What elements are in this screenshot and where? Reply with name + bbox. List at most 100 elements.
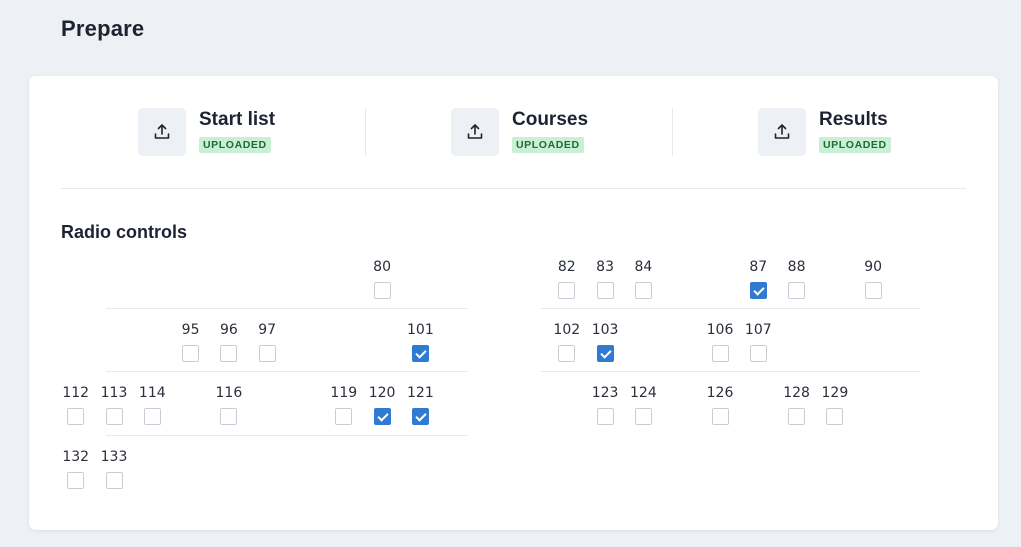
control-code-label: 96 bbox=[219, 322, 238, 338]
upload-label: Start list bbox=[199, 109, 276, 130]
radio-control-88: 88 bbox=[777, 258, 817, 299]
control-checkbox[interactable] bbox=[182, 345, 200, 362]
control-code-label: 88 bbox=[787, 259, 806, 275]
control-code-label: 95 bbox=[181, 322, 200, 338]
control-code-label: 129 bbox=[821, 385, 849, 401]
radio-control-120: 120 bbox=[362, 384, 402, 425]
radio-control-121: 121 bbox=[400, 384, 440, 425]
row-divider bbox=[541, 371, 920, 372]
row-divider bbox=[106, 371, 468, 372]
control-checkbox[interactable] bbox=[373, 408, 391, 425]
control-checkbox[interactable] bbox=[335, 408, 353, 425]
control-code-label: 113 bbox=[100, 385, 128, 401]
radio-control-114: 114 bbox=[132, 384, 172, 425]
upload-results-button[interactable] bbox=[758, 108, 806, 156]
control-code-label: 132 bbox=[62, 449, 90, 465]
control-checkbox[interactable] bbox=[67, 472, 85, 489]
control-code-label: 80 bbox=[373, 259, 391, 275]
control-code-label: 82 bbox=[557, 259, 576, 275]
control-code-label: 101 bbox=[407, 322, 434, 338]
control-code-label: 87 bbox=[749, 259, 768, 275]
control-checkbox[interactable] bbox=[749, 345, 767, 362]
upload-label: Results bbox=[819, 109, 888, 130]
control-checkbox[interactable] bbox=[411, 408, 429, 425]
upload-label: Courses bbox=[512, 109, 589, 130]
radio-control-83: 83 bbox=[585, 258, 625, 299]
row-divider bbox=[106, 308, 468, 309]
divider bbox=[365, 108, 366, 156]
radio-control-112: 112 bbox=[56, 384, 96, 425]
radio-control-102: 102 bbox=[547, 321, 587, 362]
control-code-label: 107 bbox=[744, 322, 772, 338]
radio-control-87: 87 bbox=[738, 258, 778, 299]
status-badge: UPLOADED bbox=[199, 137, 271, 153]
radio-control-126: 126 bbox=[700, 384, 740, 425]
page-title: Prepare bbox=[61, 16, 145, 41]
control-code-label: 133 bbox=[100, 449, 128, 465]
control-checkbox[interactable] bbox=[634, 282, 652, 299]
upload-courses: Courses UPLOADED bbox=[451, 108, 588, 156]
status-badge: UPLOADED bbox=[512, 137, 584, 153]
radio-control-128: 128 bbox=[777, 384, 817, 425]
radio-control-95: 95 bbox=[171, 321, 211, 362]
control-checkbox[interactable] bbox=[220, 408, 238, 425]
control-code-label: 123 bbox=[591, 385, 619, 401]
radio-control-132: 132 bbox=[56, 448, 96, 489]
control-checkbox[interactable] bbox=[558, 282, 576, 299]
control-checkbox[interactable] bbox=[788, 408, 806, 425]
control-code-label: 84 bbox=[634, 259, 653, 275]
radio-control-97: 97 bbox=[247, 321, 287, 362]
control-code-label: 126 bbox=[706, 385, 734, 401]
control-code-label: 103 bbox=[591, 322, 619, 338]
control-checkbox[interactable] bbox=[826, 408, 844, 425]
control-checkbox[interactable] bbox=[596, 345, 614, 362]
control-checkbox[interactable] bbox=[373, 282, 391, 299]
control-checkbox[interactable] bbox=[105, 408, 123, 425]
radio-control-103: 103 bbox=[585, 321, 625, 362]
control-checkbox[interactable] bbox=[634, 408, 652, 425]
control-checkbox[interactable] bbox=[558, 345, 576, 362]
upload-start-list-button[interactable] bbox=[138, 108, 186, 156]
control-code-label: 120 bbox=[368, 385, 396, 401]
row-divider bbox=[541, 308, 920, 309]
upload-icon bbox=[774, 124, 790, 139]
radio-control-101: 101 bbox=[400, 321, 440, 362]
row-divider bbox=[106, 435, 468, 436]
control-checkbox[interactable] bbox=[411, 345, 429, 362]
control-checkbox[interactable] bbox=[143, 408, 161, 425]
radio-control-80: 80 bbox=[362, 258, 402, 299]
radio-control-84: 84 bbox=[623, 258, 663, 299]
upload-start-list: Start list UPLOADED bbox=[138, 108, 275, 156]
radio-control-124: 124 bbox=[623, 384, 663, 425]
status-badge: UPLOADED bbox=[819, 137, 891, 153]
radio-control-129: 129 bbox=[815, 384, 855, 425]
prepare-card: Start list UPLOADED Courses UPLOADED Res… bbox=[29, 76, 998, 530]
control-checkbox[interactable] bbox=[749, 282, 767, 299]
upload-courses-button[interactable] bbox=[451, 108, 499, 156]
control-code-label: 121 bbox=[407, 385, 434, 401]
control-code-label: 83 bbox=[596, 259, 614, 275]
control-checkbox[interactable] bbox=[788, 282, 806, 299]
section-divider bbox=[61, 188, 966, 189]
control-checkbox[interactable] bbox=[67, 408, 85, 425]
radio-control-106: 106 bbox=[700, 321, 740, 362]
control-checkbox[interactable] bbox=[596, 282, 614, 299]
control-checkbox[interactable] bbox=[105, 472, 123, 489]
control-checkbox[interactable] bbox=[711, 345, 729, 362]
control-checkbox[interactable] bbox=[596, 408, 614, 425]
control-checkbox[interactable] bbox=[864, 282, 882, 299]
control-code-label: 112 bbox=[62, 385, 90, 401]
control-checkbox[interactable] bbox=[258, 345, 276, 362]
radio-control-107: 107 bbox=[738, 321, 778, 362]
control-checkbox[interactable] bbox=[220, 345, 238, 362]
control-code-label: 119 bbox=[330, 385, 358, 401]
control-checkbox[interactable] bbox=[711, 408, 729, 425]
radio-control-119: 119 bbox=[324, 384, 364, 425]
divider bbox=[672, 108, 673, 156]
control-code-label: 102 bbox=[553, 322, 581, 338]
radio-control-133: 133 bbox=[94, 448, 134, 489]
radio-control-90: 90 bbox=[853, 258, 893, 299]
upload-section: Start list UPLOADED Courses UPLOADED Res… bbox=[29, 76, 998, 188]
radio-control-116: 116 bbox=[209, 384, 249, 425]
radio-controls-title: Radio controls bbox=[61, 222, 188, 242]
